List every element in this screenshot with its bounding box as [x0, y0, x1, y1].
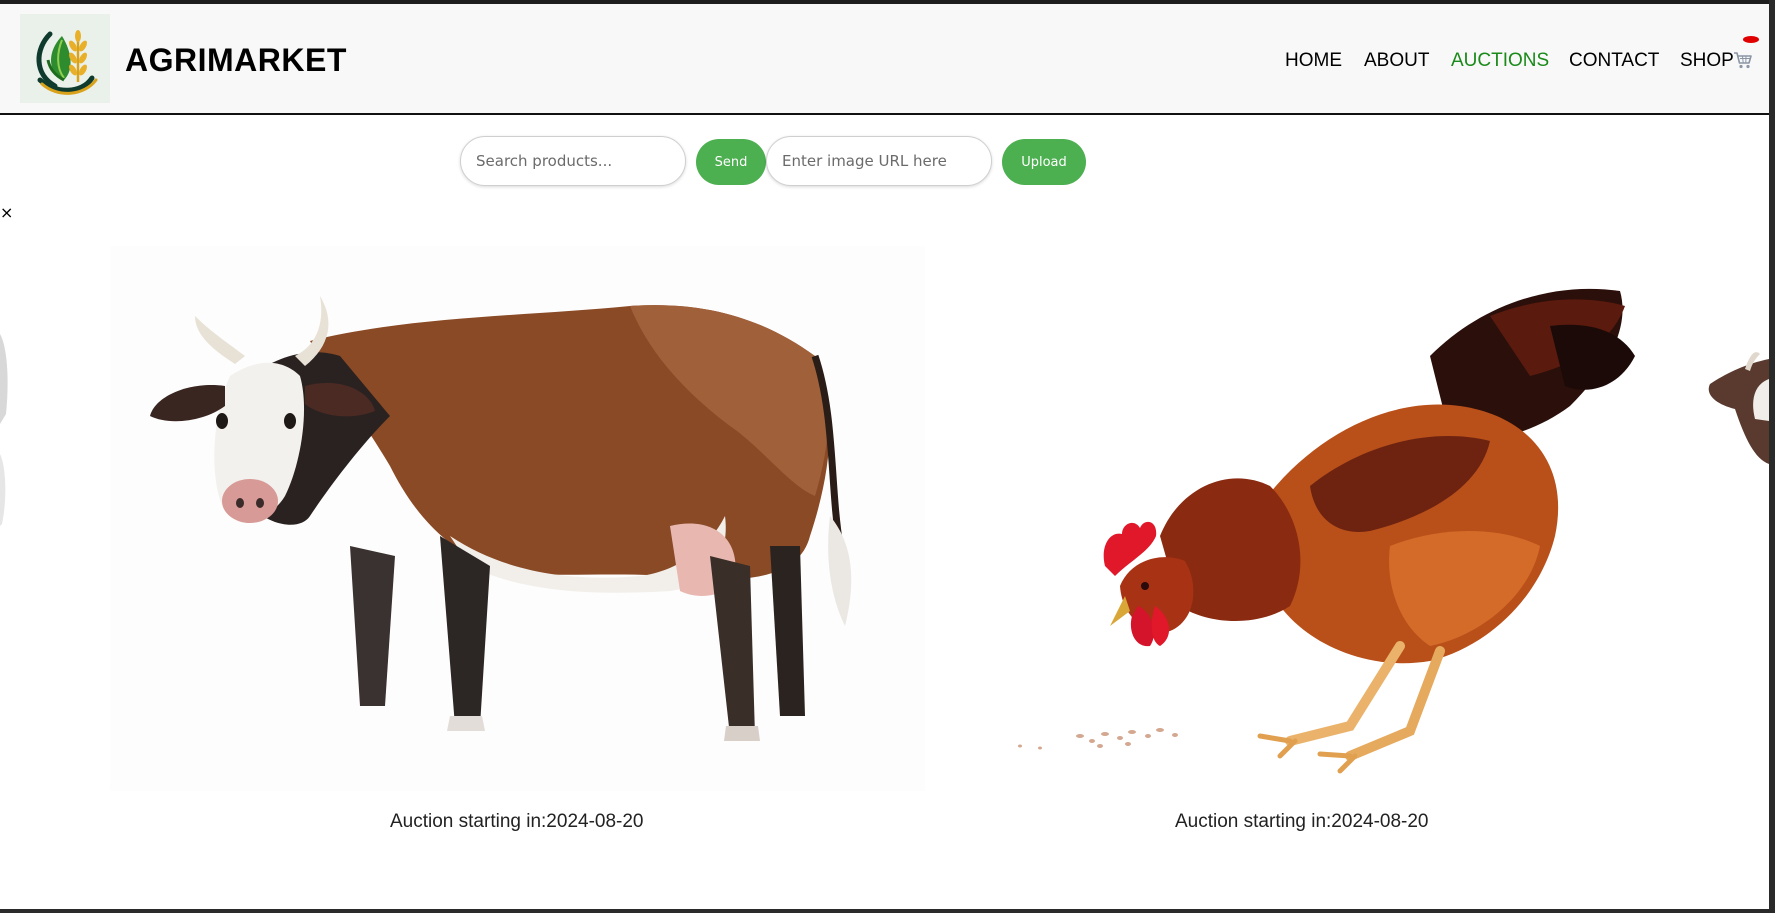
rooster-image[interactable]	[1010, 286, 1650, 791]
nav-auctions[interactable]: AUCTIONS	[1451, 50, 1549, 72]
cart-count-badge	[1743, 36, 1759, 43]
leaf-wheat-logo-icon	[20, 14, 110, 103]
previous-slide-peek[interactable]	[0, 314, 12, 614]
shopping-cart-icon[interactable]	[1733, 50, 1753, 70]
site-header: AGRIMARKET HOME ABOUT AUCTIONS CONTACT S…	[0, 4, 1769, 115]
brand-title[interactable]: AGRIMARKET	[125, 42, 347, 79]
send-button[interactable]: Send	[696, 139, 766, 185]
nav-home[interactable]: HOME	[1285, 50, 1342, 72]
window-edge-bottom	[0, 909, 1775, 913]
image-url-input[interactable]	[766, 136, 992, 186]
window-edge-right	[1769, 0, 1775, 913]
nav-contact[interactable]: CONTACT	[1569, 50, 1659, 72]
auction-caption-cow: Auction starting in:2024-08-20	[390, 811, 644, 832]
auction-caption-rooster: Auction starting in:2024-08-20	[1175, 811, 1429, 832]
logo[interactable]	[20, 14, 110, 103]
product-search-input[interactable]	[460, 136, 686, 186]
page-viewport: AGRIMARKET HOME ABOUT AUCTIONS CONTACT S…	[0, 4, 1769, 909]
cow-image[interactable]	[110, 246, 925, 791]
nav-shop[interactable]: SHOP	[1680, 50, 1734, 72]
upload-button[interactable]: Upload	[1002, 139, 1086, 185]
next-slide-peek[interactable]	[1705, 349, 1769, 469]
close-button[interactable]: ×	[0, 205, 13, 221]
nav-about[interactable]: ABOUT	[1364, 50, 1429, 72]
